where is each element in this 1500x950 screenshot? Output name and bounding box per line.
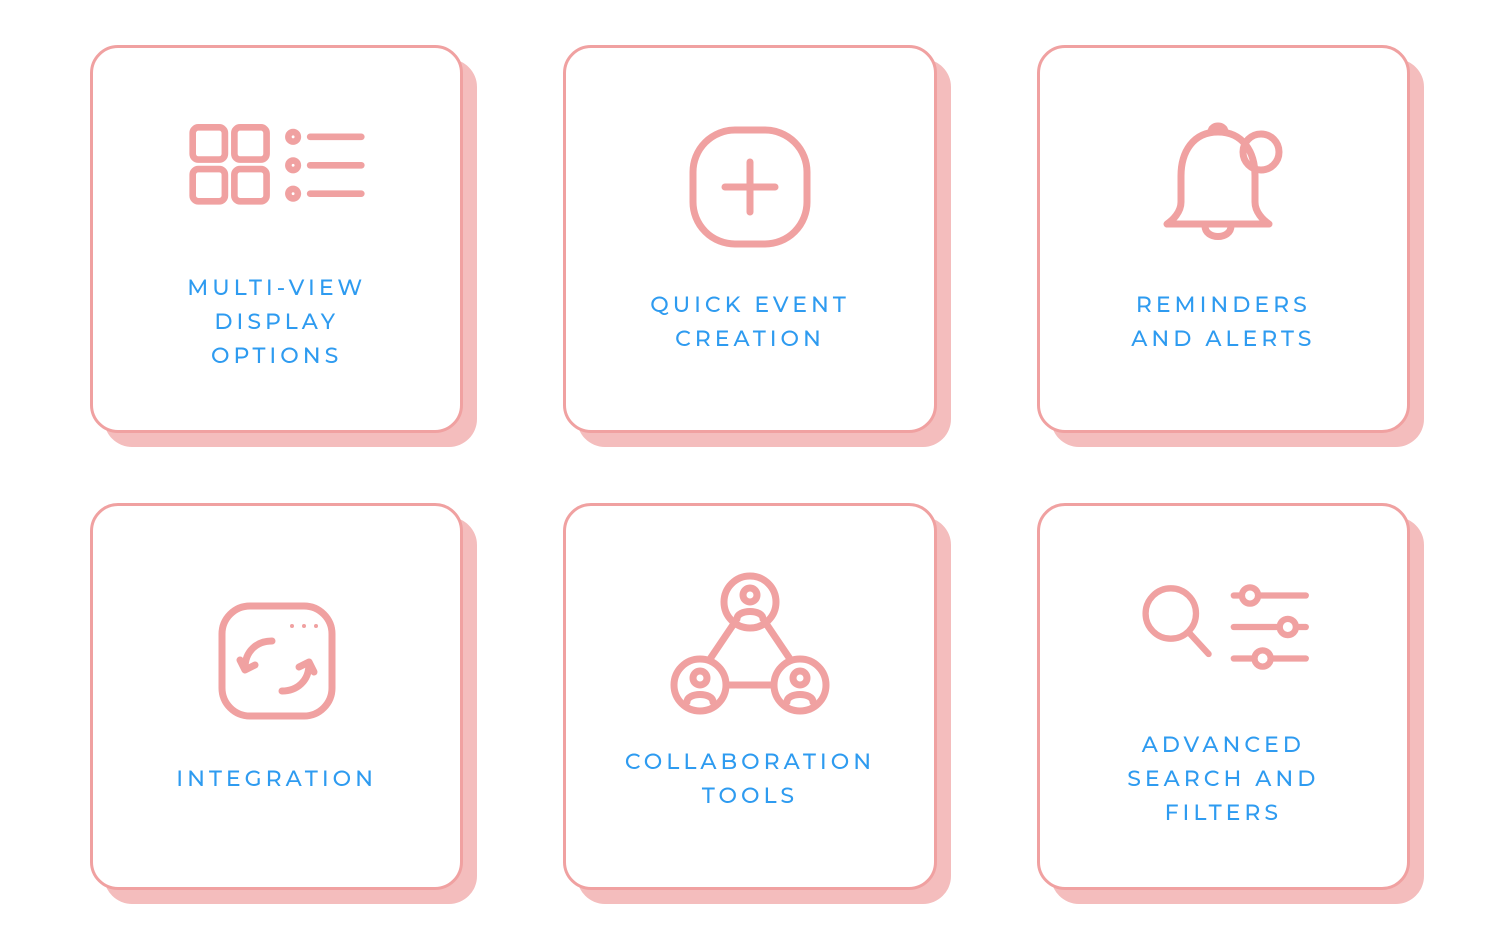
- feature-card[interactable]: MULTI-VIEW DISPLAY OPTIONS: [90, 45, 463, 433]
- feature-card-label: COLLABORATION TOOLS: [625, 745, 875, 813]
- card-body: INTEGRATION: [90, 503, 463, 891]
- feature-card-label: INTEGRATION: [176, 762, 377, 796]
- feature-card[interactable]: COLLABORATION TOOLS: [563, 503, 936, 891]
- card-body: MULTI-VIEW DISPLAY OPTIONS: [90, 45, 463, 433]
- feature-card-label: MULTI-VIEW DISPLAY OPTIONS: [187, 271, 366, 373]
- card-body: COLLABORATION TOOLS: [563, 503, 936, 891]
- feature-card-grid: MULTI-VIEW DISPLAY OPTIONS QUICK EVENT C…: [0, 0, 1500, 950]
- feature-card[interactable]: INTEGRATION: [90, 503, 463, 891]
- card-body: REMINDERS AND ALERTS: [1037, 45, 1410, 433]
- grid-list-icon: [187, 95, 367, 245]
- feature-card[interactable]: ADVANCED SEARCH AND FILTERS: [1037, 503, 1410, 891]
- feature-card[interactable]: REMINDERS AND ALERTS: [1037, 45, 1410, 433]
- search-sliders-icon: [1133, 552, 1313, 702]
- feature-card-label: REMINDERS AND ALERTS: [1131, 288, 1315, 356]
- feature-card-label: QUICK EVENT CREATION: [650, 288, 850, 356]
- feature-card[interactable]: QUICK EVENT CREATION: [563, 45, 936, 433]
- feature-card-label: ADVANCED SEARCH AND FILTERS: [1127, 728, 1319, 830]
- bell-badge-icon: [1133, 112, 1313, 262]
- plus-squircle-icon: [660, 112, 840, 262]
- sync-box-icon: [187, 586, 367, 736]
- card-body: QUICK EVENT CREATION: [563, 45, 936, 433]
- card-body: ADVANCED SEARCH AND FILTERS: [1037, 503, 1410, 891]
- people-network-icon: [660, 569, 840, 719]
